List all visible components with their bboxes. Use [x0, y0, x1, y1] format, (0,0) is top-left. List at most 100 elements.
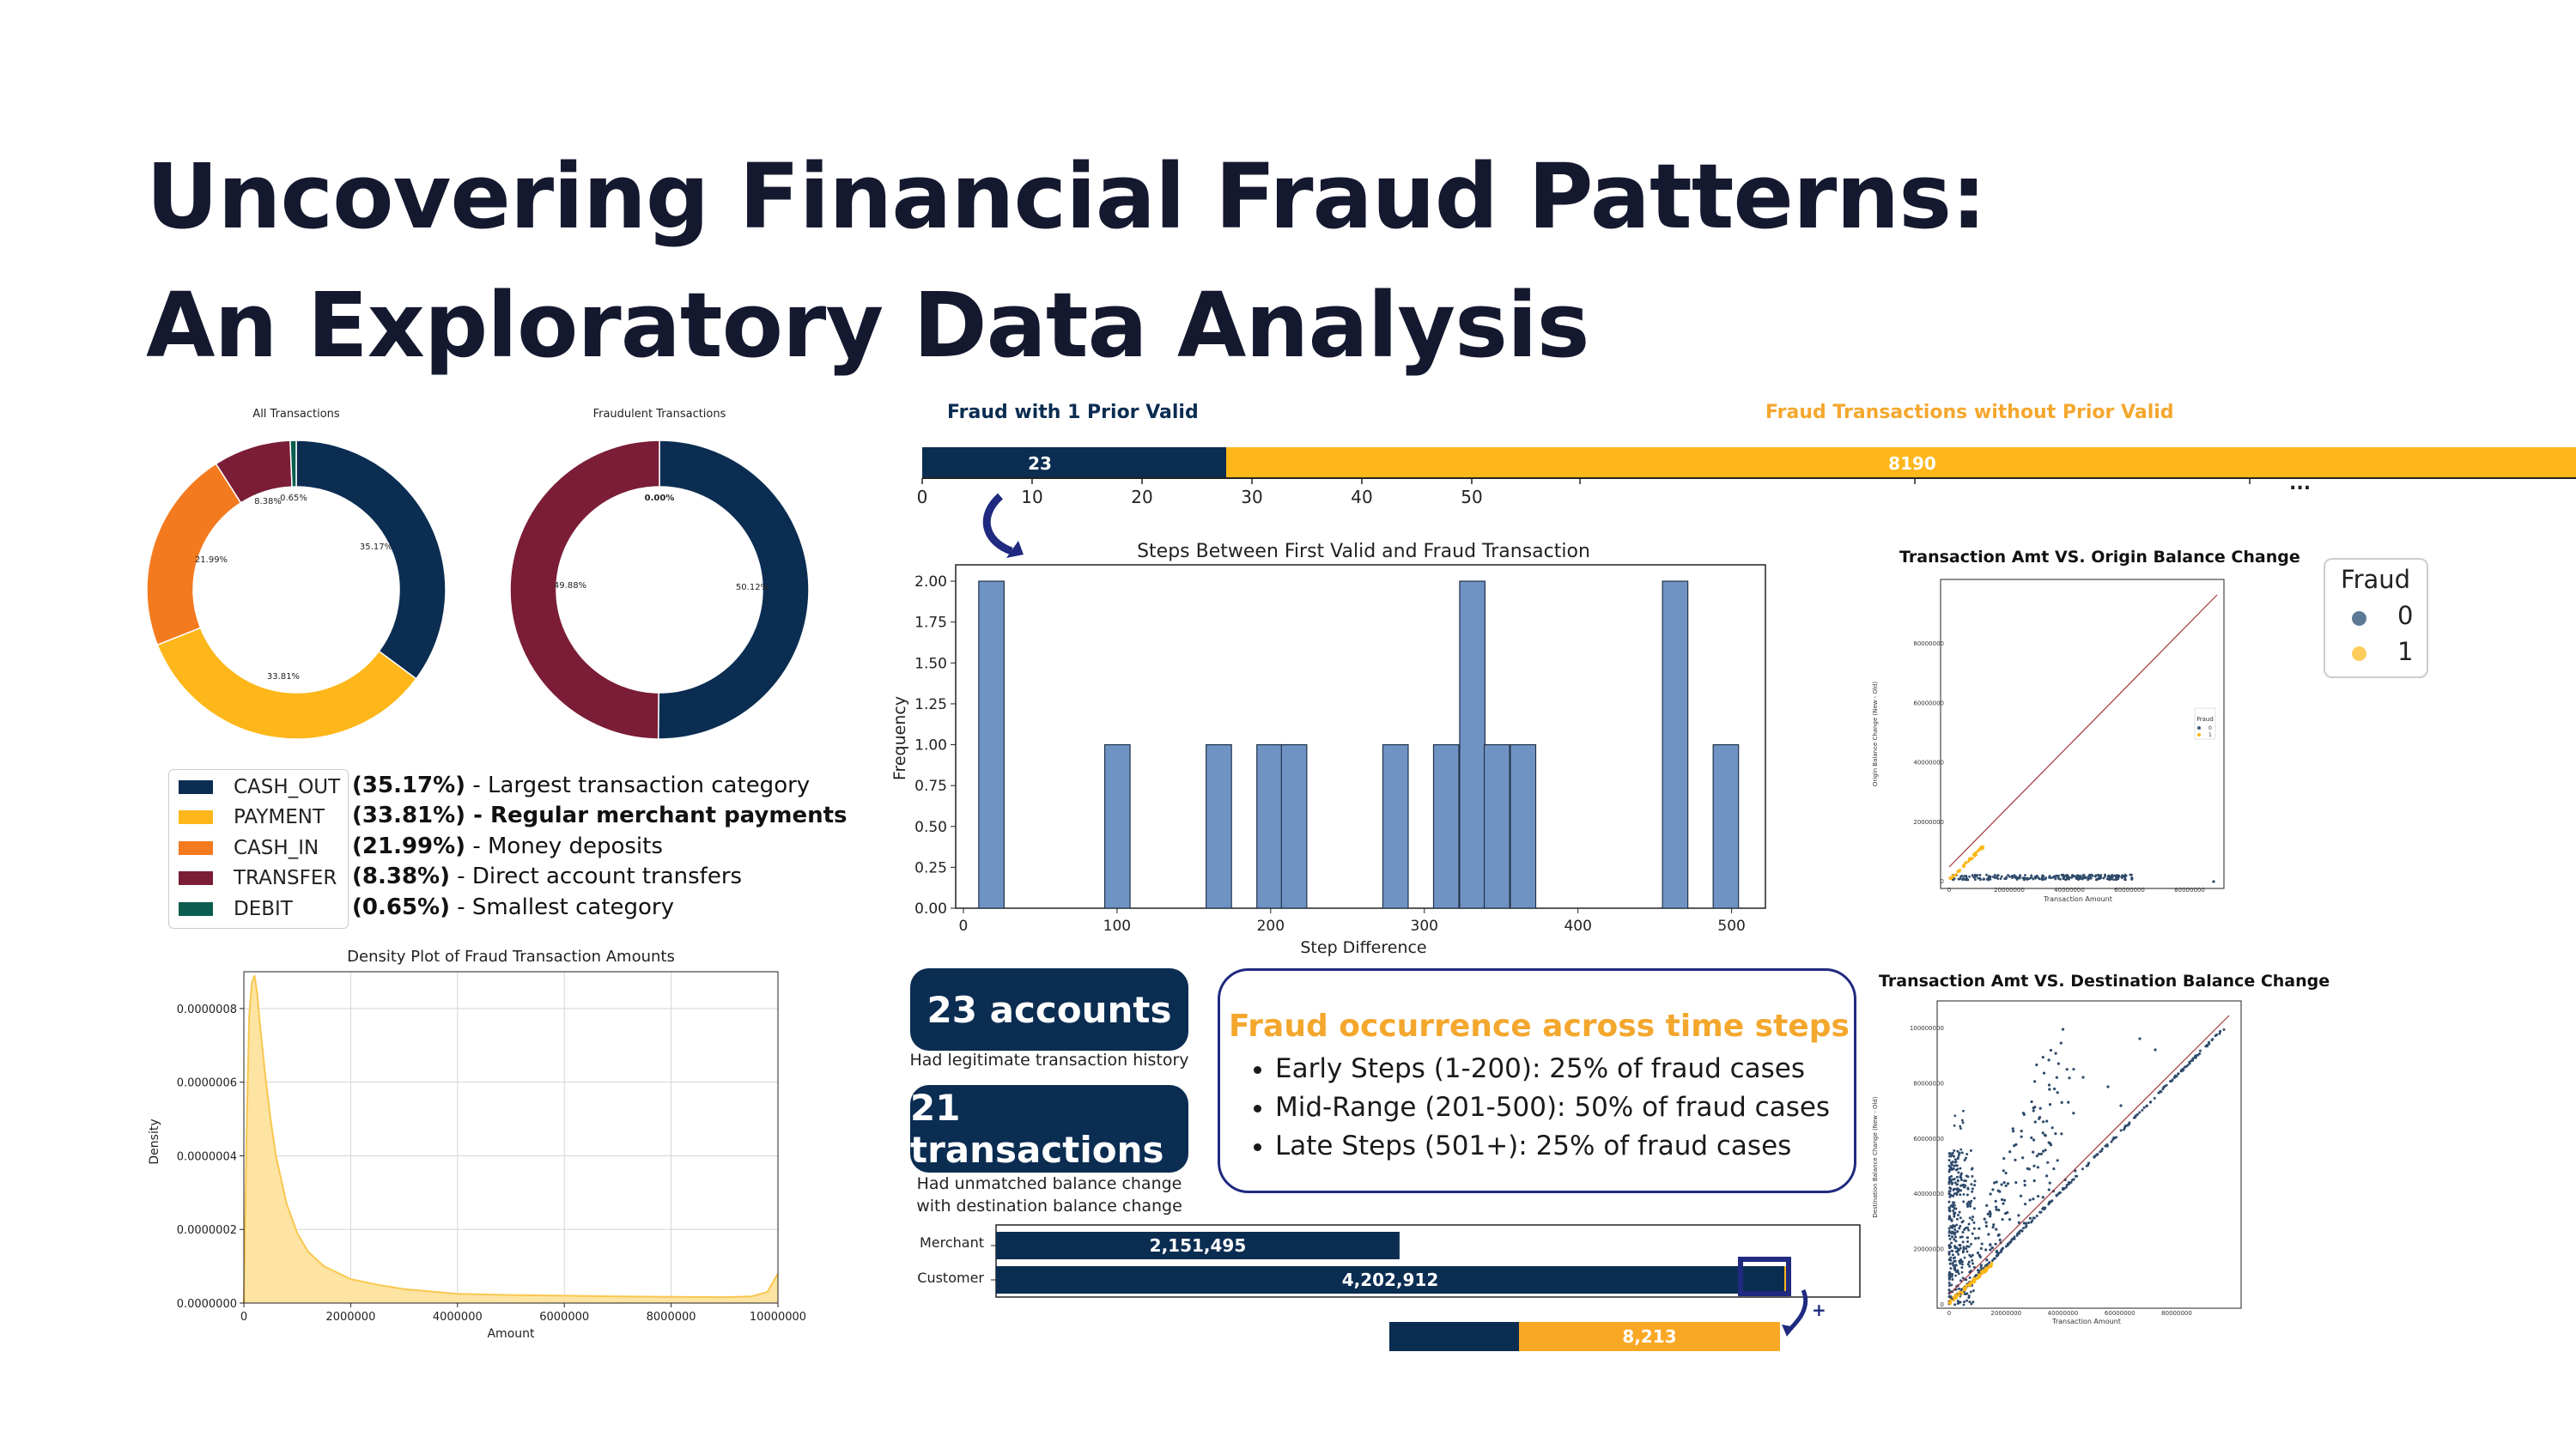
- scatter-point: [1950, 1241, 1953, 1245]
- hist-ytick-label: 0.00: [914, 900, 947, 918]
- scatter-point: [1970, 1183, 1973, 1186]
- bar-with-prior: [922, 447, 1226, 478]
- scatter-point: [1995, 1228, 1998, 1231]
- scatter-point: [1958, 1227, 1961, 1230]
- donut-slice-label: 33.81%: [267, 672, 300, 682]
- scatter-point: [1973, 1179, 1977, 1183]
- legend-description: (21.99%) - Money deposits: [352, 833, 663, 859]
- scatter-point: [1953, 1303, 1957, 1307]
- scatter-point: [1958, 1287, 1961, 1290]
- scatter-point: [2117, 876, 2120, 879]
- scatter-point: [1998, 1238, 2002, 1242]
- mc-category-merchant: Merchant: [920, 1234, 984, 1251]
- legend-swatch: [179, 780, 213, 794]
- scatter-point: [1980, 847, 1984, 851]
- scatter-point: [1956, 1183, 1959, 1186]
- scatter-dest-plot: Destination Balance Change (New - Old) T…: [1872, 1000, 2242, 1325]
- scatter-point: [1953, 1265, 1957, 1269]
- scatter-point: [2130, 877, 2134, 881]
- scatter-point: [1947, 1191, 1951, 1195]
- density-ytick-label: 0.0000000: [177, 1298, 237, 1311]
- fraud-time-list: Early Steps (1-200): 25% of fraud cases …: [1236, 1050, 1830, 1166]
- scatter-point: [2038, 1116, 2042, 1119]
- scatter-point: [1952, 874, 1954, 877]
- scatter-point: [1963, 1228, 1966, 1231]
- scatter-point: [2113, 874, 2117, 877]
- scatter-point: [1974, 1236, 1978, 1240]
- legend-label: TRANSFER: [234, 867, 337, 890]
- scatter-point: [2036, 1194, 2040, 1198]
- scatter-point: [1953, 1114, 1957, 1118]
- hist-ytick-label: 0.25: [914, 859, 947, 876]
- scatter-point: [1983, 1217, 1986, 1221]
- density-xlabel: Amount: [487, 1327, 535, 1341]
- scatter-point: [2119, 1129, 2123, 1132]
- scatter-point: [1962, 1300, 1965, 1304]
- scatter-point: [1947, 1288, 1951, 1292]
- scatter-xtick-label: 80000000: [2174, 887, 2205, 894]
- scatter-point: [2031, 1219, 2034, 1222]
- scatter-point: [1947, 1281, 1951, 1284]
- scatter-point: [1972, 876, 1976, 879]
- legend-label: PAYMENT: [234, 806, 325, 829]
- density-plot-area: 0 2000000 4000000 6000000 8000000 10000000 0.0…: [177, 971, 806, 1324]
- hist-ytick-label: 1.50: [914, 655, 947, 672]
- scatter-point: [1965, 1299, 1968, 1302]
- scatter-point: [1979, 878, 1982, 882]
- scatter-point: [1967, 1294, 1971, 1298]
- scatter-point: [2052, 1167, 2056, 1171]
- scatter-point: [1979, 1246, 1983, 1251]
- scatter-point: [2054, 1052, 2057, 1055]
- scatter-point: [2067, 876, 2070, 879]
- scatter-point: [1976, 1269, 1980, 1272]
- hist-bar: [1459, 580, 1486, 909]
- scatter-point: [2064, 878, 2067, 882]
- scatter-point: [1959, 1262, 1962, 1265]
- scatter-point: [2179, 1070, 2183, 1073]
- scatter-point: [1985, 1258, 1989, 1262]
- scatter-point: [2065, 1068, 2069, 1071]
- scatter-point: [1947, 1245, 1951, 1248]
- scatter-point: [1947, 1159, 1951, 1162]
- scatter-point: [1995, 1208, 1998, 1211]
- scatter-point: [2020, 1129, 2023, 1133]
- scatter-point: [1986, 878, 1990, 882]
- small-bar-left: [1389, 1322, 1519, 1351]
- legend-swatch: [179, 840, 213, 855]
- scatter-point: [1959, 1193, 1962, 1197]
- scatter-point: [1991, 1226, 1995, 1229]
- hist-bar: [1712, 743, 1740, 909]
- scatter-point: [2027, 1222, 2031, 1225]
- scatter-ytick-label: 100000000: [1910, 1025, 1944, 1032]
- scatter-point: [2048, 1103, 2052, 1106]
- scatter-point: [2181, 1067, 2184, 1070]
- scatter-point: [1989, 1215, 1992, 1218]
- scatter-point: [1965, 1247, 1968, 1251]
- hist-bar: [1432, 743, 1460, 909]
- scatter-point: [1953, 1297, 1956, 1300]
- scatter-xtick-label: 60000000: [2114, 887, 2145, 894]
- scatter-point: [1995, 1249, 1999, 1253]
- fraud-legend-dot-0: [2352, 611, 2366, 626]
- scatter-point: [2024, 1226, 2027, 1229]
- scatter-point: [2222, 1028, 2226, 1031]
- scatter-point: [2045, 1119, 2049, 1123]
- donut-slice-label: 0.00%: [645, 494, 675, 503]
- scatter-point: [2005, 877, 2008, 880]
- scatter-point: [2194, 1054, 2197, 1058]
- hist-plot-area: 0 100 200 300 400 500 0.00 0.25 0.50 0.75 1.00 1.25…: [914, 564, 1766, 935]
- scatter-point: [2129, 873, 2132, 876]
- scatter-point: [2111, 876, 2114, 879]
- scatter-point: [1952, 1205, 1955, 1209]
- scatter-point: [2051, 876, 2055, 879]
- scatter-point: [2057, 1062, 2060, 1065]
- scatter-point: [1952, 1257, 1955, 1260]
- scatter-origin-ylabel: Origin Balance Change (New - Old): [1872, 682, 1879, 786]
- scatter-point: [1984, 1221, 1988, 1224]
- scatter-point: [2206, 1045, 2209, 1048]
- scatter-ytick-label: 60000000: [1913, 1136, 1944, 1143]
- scatter-point: [1952, 1210, 1955, 1213]
- scatter-point: [2033, 1080, 2037, 1083]
- density-ytick-label: 0.0000004: [177, 1150, 237, 1163]
- scatter-point: [2114, 878, 2117, 882]
